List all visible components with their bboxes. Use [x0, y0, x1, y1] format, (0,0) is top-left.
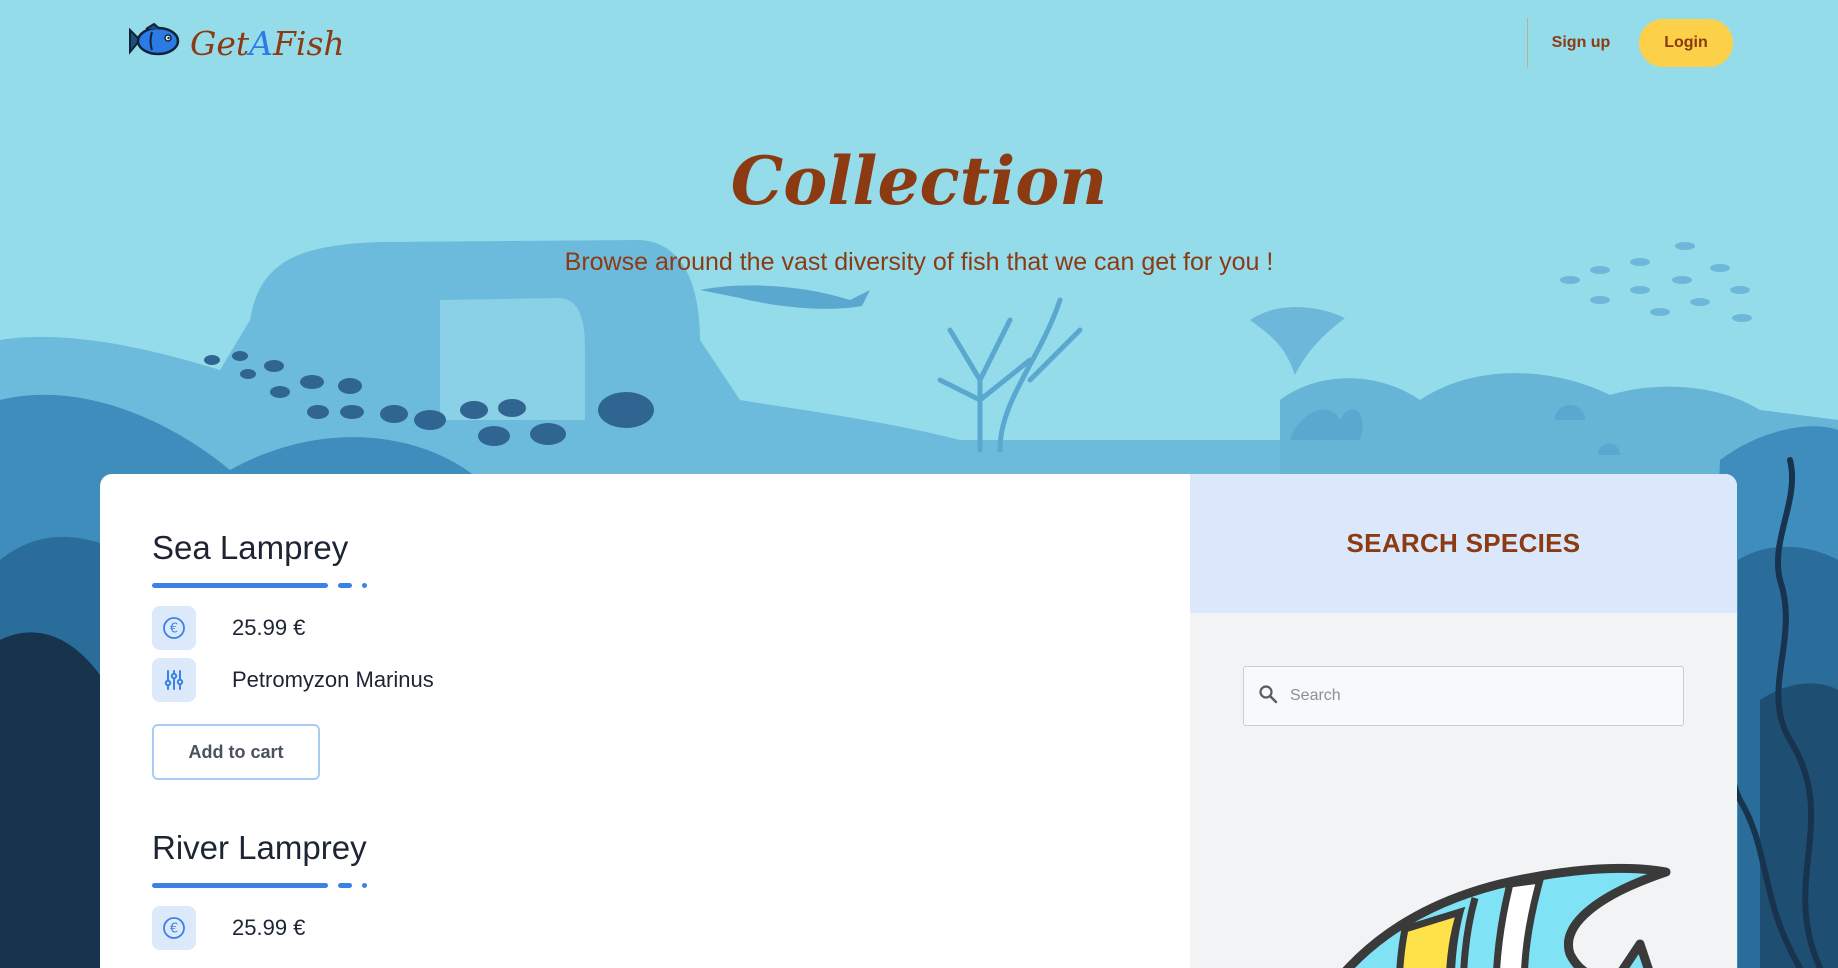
- euro-icon: €: [152, 906, 196, 950]
- collection-card: Sea Lamprey € 25.99 € Petromyzon Marinus: [100, 474, 1737, 968]
- title-underline: [152, 882, 1190, 888]
- fish-logo-icon: [128, 20, 182, 67]
- title-underline: [152, 582, 1190, 588]
- brand-name: GetAFish: [190, 24, 345, 63]
- search-icon: [1258, 684, 1278, 709]
- product-name: Sea Lamprey: [152, 529, 349, 566]
- product-item: River Lamprey € 25.99 €: [152, 826, 1190, 950]
- search-sidebar: SEARCH SPECIES: [1190, 474, 1737, 968]
- sidebar-title: SEARCH SPECIES: [1346, 528, 1581, 558]
- product-price: 25.99 €: [232, 615, 306, 640]
- search-field[interactable]: [1243, 666, 1684, 726]
- signup-link[interactable]: Sign up: [1541, 26, 1621, 60]
- svg-text:€: €: [170, 622, 178, 637]
- sidebar-header: SEARCH SPECIES: [1190, 474, 1737, 613]
- page-subtitle: Browse around the vast diversity of fish…: [564, 248, 1274, 276]
- species-row: Petromyzon Marinus: [152, 658, 1190, 702]
- product-name: River Lamprey: [152, 829, 367, 866]
- page-title: Collection: [730, 142, 1108, 220]
- angelfish-illustration: [1300, 834, 1680, 968]
- top-navbar: GetAFish Sign up Login: [0, 0, 1838, 86]
- search-input[interactable]: [1290, 687, 1670, 705]
- price-row: € 25.99 €: [152, 906, 1190, 950]
- nav-divider: [1527, 18, 1528, 68]
- add-to-cart-button[interactable]: Add to cart: [152, 724, 320, 780]
- product-species: Petromyzon Marinus: [232, 667, 434, 692]
- price-row: € 25.99 €: [152, 606, 1190, 650]
- product-item: Sea Lamprey € 25.99 € Petromyzon Marinus: [152, 526, 1190, 780]
- svg-text:€: €: [170, 922, 178, 937]
- brand-logo-link[interactable]: GetAFish: [128, 20, 345, 67]
- login-button[interactable]: Login: [1639, 19, 1733, 67]
- product-price: 25.99 €: [232, 915, 306, 940]
- euro-icon: €: [152, 606, 196, 650]
- product-list: Sea Lamprey € 25.99 € Petromyzon Marinus: [100, 474, 1190, 968]
- sliders-icon: [152, 658, 196, 702]
